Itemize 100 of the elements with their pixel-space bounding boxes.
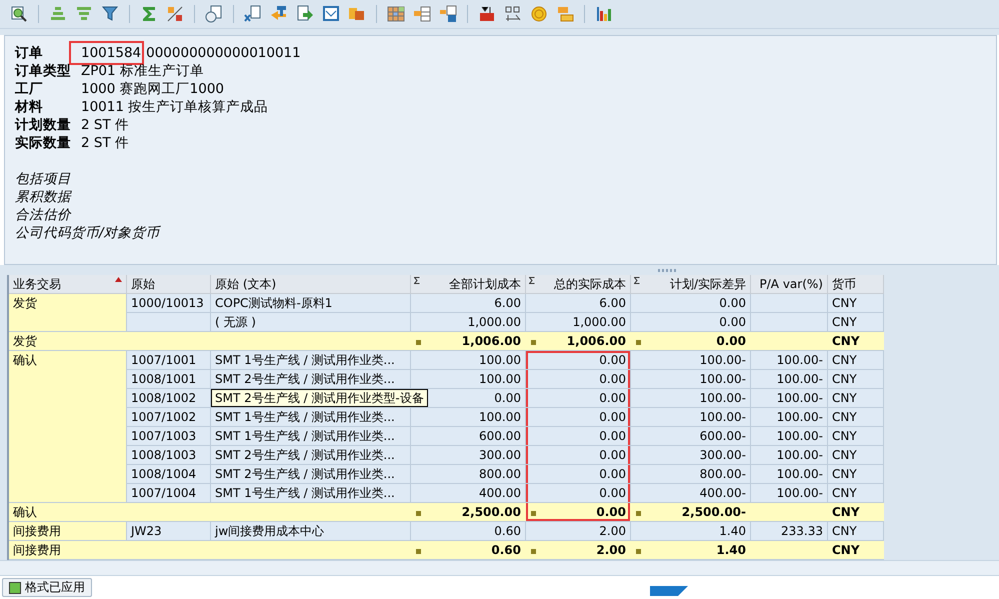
table-cell: CNY [828,465,884,484]
column-header[interactable]: 原始 (文本) [211,275,411,294]
table-cell: CNY [828,427,884,446]
table-cell: 6.00 [411,294,526,313]
info-line: 包括项目 [15,170,71,188]
table-cell: 300.00- [631,446,751,465]
sum-icon [414,277,420,284]
table-cell: CNY [828,389,884,408]
table-cell: ( 无源 ) [215,315,256,329]
column-header[interactable]: 业务交易 [9,275,127,294]
table-cell: CNY [832,543,860,557]
total-marker-icon [416,511,421,516]
table-cell: 100.00- [751,446,828,465]
format-button[interactable]: 格式已应用 [2,578,92,597]
table-cell: 0.00 [526,389,631,408]
table-cell: 300.00 [411,446,526,465]
table-cell: 2,500.00- [682,505,746,519]
table-cell: CNY [832,334,860,348]
splitter-handle[interactable] [658,268,678,272]
table-cell: 100.00- [751,427,828,446]
table-cell: 0.00 [526,446,631,465]
total-marker-icon [636,511,641,516]
table-cell: 0.00 [716,334,746,348]
field-value: 2 ST 件 [81,134,129,152]
table-cell: 0.00 [526,408,631,427]
column-header[interactable]: 原始 [127,275,211,294]
sum-icon [634,277,640,284]
sort-icon [115,277,122,282]
field-label: 工厂 [15,80,44,98]
group-cell: 发货 [9,294,127,332]
table-cell: 6.00 [526,294,631,313]
group-cell: 确认 [9,351,127,503]
checkbox-icon [9,582,21,594]
total-marker-icon [531,340,536,345]
table-cell: 800.00- [631,465,751,484]
table-cell: SMT 1号生产线 / 测试用作业类... [215,353,395,367]
table-cell: SMT 2号生产线 / 测试用作业类... [215,448,395,462]
total-marker-icon [531,511,536,516]
table-cell: 0.00 [526,351,631,370]
table-cell: 100.00- [631,370,751,389]
info-line: 累积数据 [15,188,71,206]
field-value: 10011 按生产订单核算产成品 [81,98,268,116]
field-value: 000000000000010011 [146,45,301,61]
field-label: 材料 [15,98,44,116]
field-label: 订单类型 [15,62,72,80]
table-cell: 600.00- [631,427,751,446]
table-cell: CNY [828,370,884,389]
field-label: 实际数量 [15,134,72,152]
table-cell: CNY [828,408,884,427]
info-line: 合法估价 [15,206,71,224]
total-marker-icon [636,340,641,345]
table-cell: 1000/10013 [127,294,211,313]
table-cell: 1,006.00 [462,334,521,348]
column-header[interactable]: 货币 [828,275,884,294]
column-header[interactable]: P/A var(%) [751,275,828,294]
table-cell: 1008/1004 [127,465,211,484]
table-cell: 600.00 [411,427,526,446]
table-cell: 1007/1002 [127,408,211,427]
table-cell: 1008/1003 [127,446,211,465]
table-cell: 100.00- [751,370,828,389]
total-marker-icon [636,549,641,554]
table-cell: jw间接费用成本中心 [215,524,324,538]
column-header[interactable]: 全部计划成本 [411,275,526,294]
table-cell: 0.60 [491,543,521,557]
table-cell: 100.00- [631,408,751,427]
total-label: 间接费用 [13,543,61,557]
table-cell: 100.00- [751,351,828,370]
table-cell: CNY [828,351,884,370]
field-value: 2 ST 件 [81,116,129,134]
total-label: 发货 [13,334,37,348]
table-cell: 0.00 [526,427,631,446]
table-cell: 0.00 [526,370,631,389]
table-cell: 100.00 [411,351,526,370]
table-cell: SMT 1号生产线 / 测试用作业类... [215,410,395,424]
field-value: 1000 赛跑网工厂1000 [81,80,224,98]
table-cell: 0.00 [526,465,631,484]
total-label: 确认 [13,505,37,519]
tooltip: SMT 2号生产线 / 测试用作业类型-设备 [211,389,428,407]
group-cell: 间接费用 [9,522,127,541]
table-cell: 100.00- [751,389,828,408]
column-header[interactable]: 总的实际成本 [526,275,631,294]
table-cell: 1.40 [716,543,746,557]
total-marker-icon [416,340,421,345]
table-cell: CNY [828,294,884,313]
table-cell: 1,006.00 [526,332,631,351]
total-marker-icon [531,549,536,554]
field-value: ZP01 标准生产订单 [81,62,204,80]
field-label: 订单 [15,44,44,62]
info-line: 公司代码货币/对象货币 [15,224,160,242]
table-cell: 1008/1001 [127,370,211,389]
total-marker-icon [416,549,421,554]
table-cell: 100.00- [631,389,751,408]
table-cell: SMT 1号生产线 / 测试用作业类... [215,429,395,443]
table-cell: 100.00- [751,408,828,427]
sum-icon [529,277,535,284]
table-cell: CNY [828,446,884,465]
column-header[interactable]: 计划/实际差异 [631,275,751,294]
table-cell: 1007/1001 [127,351,211,370]
layout-save-icon[interactable] [437,3,459,25]
table-cell: 0.00 [631,294,751,313]
